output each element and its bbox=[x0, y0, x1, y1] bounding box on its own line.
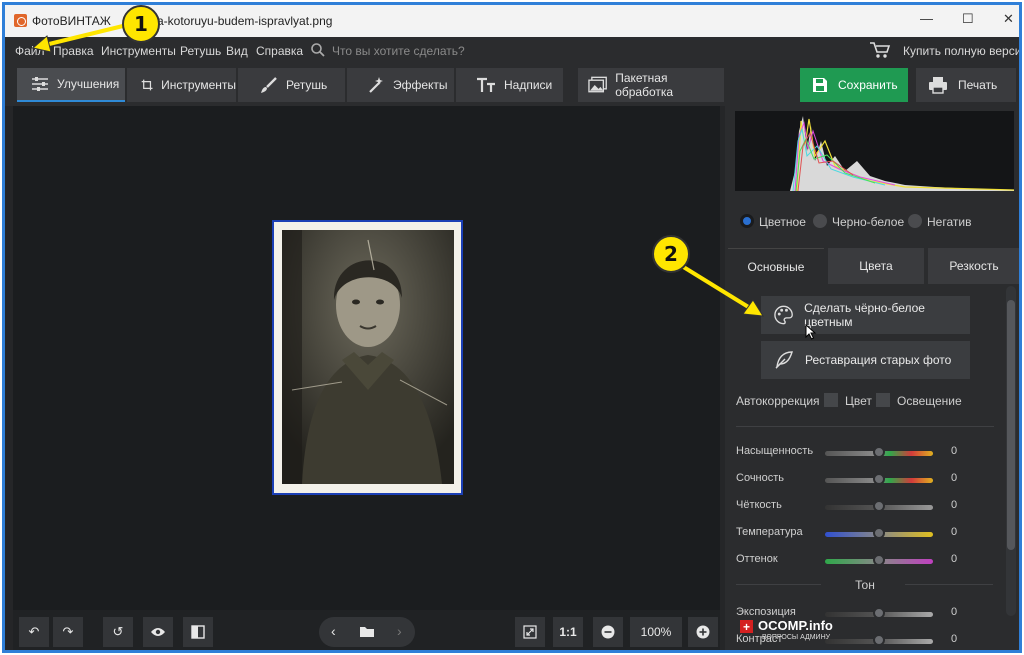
annotation-badge-1: 1 bbox=[122, 5, 160, 43]
watermark-subtitle: ВОПРОСЫ АДМИНУ bbox=[762, 634, 831, 641]
annotation-arrows bbox=[31, 23, 764, 317]
watermark-plus-icon: + bbox=[740, 620, 753, 634]
app-window: ФотоВИНТАЖ ya-kotoruyu-budem-ispravlyat.… bbox=[2, 2, 1022, 653]
watermark: + OCOMP.info ВОПРОСЫ АДМИНУ bbox=[740, 617, 860, 647]
annotation-badge-2: 2 bbox=[652, 235, 690, 273]
watermark-title: OCOMP.info bbox=[758, 618, 833, 633]
